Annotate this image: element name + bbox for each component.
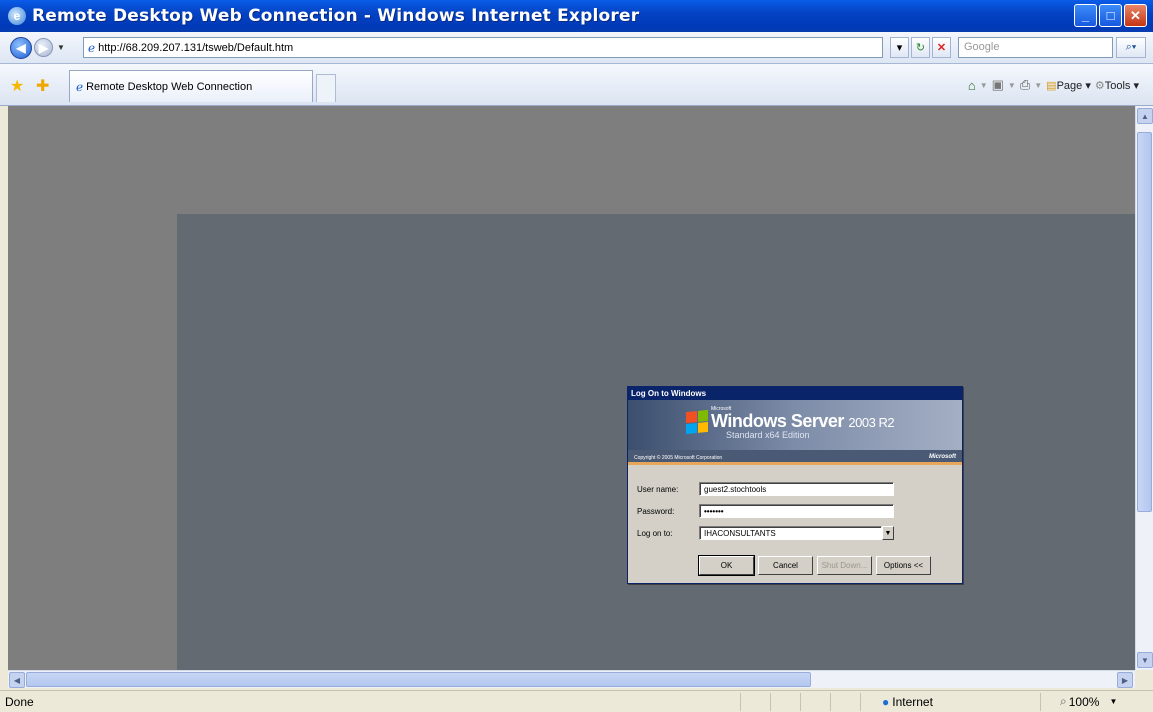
password-label: Password: [637, 506, 675, 516]
username-label: User name: [637, 484, 679, 494]
product-name: Windows Server [711, 411, 844, 431]
dialog-banner: Microsoft Windows Server 2003 R2 Standar… [628, 400, 962, 450]
logon-to-row: Log on to: IHACONSULTANTS ▼ [637, 526, 894, 540]
zoom-dropdown-icon: ▼ [1109, 697, 1118, 706]
stop-button[interactable]: ✕ [932, 37, 951, 58]
page-menu-label: Page [1056, 79, 1083, 92]
scroll-left-icon[interactable]: ◀ [9, 672, 25, 688]
favorites-star-icon[interactable]: ★ [10, 76, 24, 96]
search-button[interactable]: ⌕▾ [1116, 37, 1146, 58]
close-button[interactable]: ✕ [1124, 4, 1147, 27]
print-icon[interactable]: ⎙ [1020, 77, 1030, 93]
chevron-down-icon[interactable]: ▼ [882, 526, 894, 540]
vertical-scrollbar[interactable]: ▲ ▼ [1135, 106, 1153, 670]
logon-to-value: IHACONSULTANTS [699, 526, 882, 540]
tab-page-icon: ℯ [76, 79, 84, 94]
search-input[interactable]: Google [958, 37, 1113, 58]
security-zone[interactable]: ● Internet [882, 695, 933, 709]
command-bar: ⌂ ▼ ▣ ▼ ⎙ ▼ ▤Page ▾ ⚙Tools ▾ [967, 77, 1139, 93]
tab-remote-desktop[interactable]: ℯ Remote Desktop Web Connection [69, 70, 313, 102]
scroll-right-icon[interactable]: ▶ [1117, 672, 1133, 688]
logon-to-label: Log on to: [637, 528, 673, 538]
status-divider [770, 693, 771, 711]
product-edition: Standard x64 Edition [726, 430, 810, 440]
copyright-text: Copyright © 2005 Microsoft Corporation [634, 455, 723, 461]
shutdown-button: Shut Down... [817, 556, 872, 575]
ok-button[interactable]: OK [698, 555, 755, 576]
window-title-bar[interactable]: e Remote Desktop Web Connection - Window… [0, 0, 1153, 32]
status-divider [1040, 693, 1041, 711]
product-version: 2003 R2 [848, 415, 895, 430]
home-icon[interactable]: ⌂ [968, 78, 976, 93]
new-tab-button[interactable] [316, 74, 336, 102]
page-menu-button[interactable]: ▤Page ▾ [1046, 79, 1091, 92]
status-divider [740, 693, 741, 711]
history-dropdown-icon[interactable]: ▼ [57, 43, 65, 52]
product-title: Windows Server 2003 R2 [711, 411, 895, 432]
address-bar[interactable]: ℯ http://68.209.207.131/tsweb/Default.ht… [83, 37, 883, 58]
minimize-button[interactable]: _ [1074, 4, 1097, 27]
username-field[interactable]: guest2.stochtools [699, 482, 894, 496]
status-divider [830, 693, 831, 711]
horizontal-scrollbar[interactable]: ◀ ▶ [8, 670, 1135, 688]
microsoft-logo: Microsoft [929, 454, 956, 460]
cancel-button[interactable]: Cancel [758, 556, 813, 575]
tools-menu-label: Tools [1104, 79, 1131, 92]
globe-icon: ● [882, 694, 890, 709]
page-icon: ℯ [88, 40, 96, 55]
scroll-down-icon[interactable]: ▼ [1137, 652, 1153, 668]
zone-label: Internet [892, 694, 933, 709]
status-divider [800, 693, 801, 711]
status-divider [860, 693, 861, 711]
zoom-control[interactable]: ⌕ 100% ▼ [1060, 694, 1117, 709]
ie-logo-icon: e [8, 7, 26, 25]
status-bar: Done ● Internet ⌕ 100% ▼ [0, 690, 1153, 712]
back-button[interactable]: ◀ [10, 36, 32, 59]
vertical-scroll-thumb[interactable] [1137, 132, 1152, 512]
password-row: Password: ••••••• [637, 504, 894, 518]
tab-label: Remote Desktop Web Connection [86, 80, 253, 93]
forward-button[interactable]: ▶ [34, 38, 53, 57]
feeds-icon[interactable]: ▣ [992, 77, 1004, 93]
maximize-button[interactable]: □ [1099, 4, 1122, 27]
dialog-title: Log On to Windows [628, 387, 962, 400]
horizontal-scroll-thumb[interactable] [26, 672, 811, 687]
zoom-icon: ⌕ [1060, 694, 1067, 708]
password-field[interactable]: ••••••• [699, 504, 894, 518]
refresh-button[interactable]: ↻ [911, 37, 930, 58]
options-button[interactable]: Options << [876, 556, 931, 575]
logon-to-select[interactable]: IHACONSULTANTS ▼ [699, 526, 894, 540]
username-row: User name: guest2.stochtools [637, 482, 894, 496]
address-dropdown-button[interactable]: ▾ [890, 37, 909, 58]
status-text: Done [5, 694, 34, 709]
add-favorites-icon[interactable]: ✚ [36, 76, 49, 96]
windows-flag-icon [686, 409, 708, 435]
page-menu-icon: ▤ [1046, 79, 1057, 92]
scroll-up-icon[interactable]: ▲ [1137, 108, 1153, 124]
address-url[interactable]: http://68.209.207.131/tsweb/Default.htm [98, 42, 293, 54]
tools-menu-button[interactable]: ⚙Tools ▾ [1095, 79, 1139, 92]
zoom-level: 100% [1068, 694, 1100, 709]
tools-gear-icon: ⚙ [1094, 79, 1105, 92]
logon-dialog: Log On to Windows Microsoft Windows Serv… [627, 386, 963, 584]
copyright-strip: Copyright © 2005 Microsoft Corporation M… [628, 450, 962, 465]
window-title: Remote Desktop Web Connection - Windows … [32, 6, 640, 26]
tab-bar: ★ ✚ ℯ Remote Desktop Web Connection ⌂ ▼ ▣… [0, 64, 1153, 106]
